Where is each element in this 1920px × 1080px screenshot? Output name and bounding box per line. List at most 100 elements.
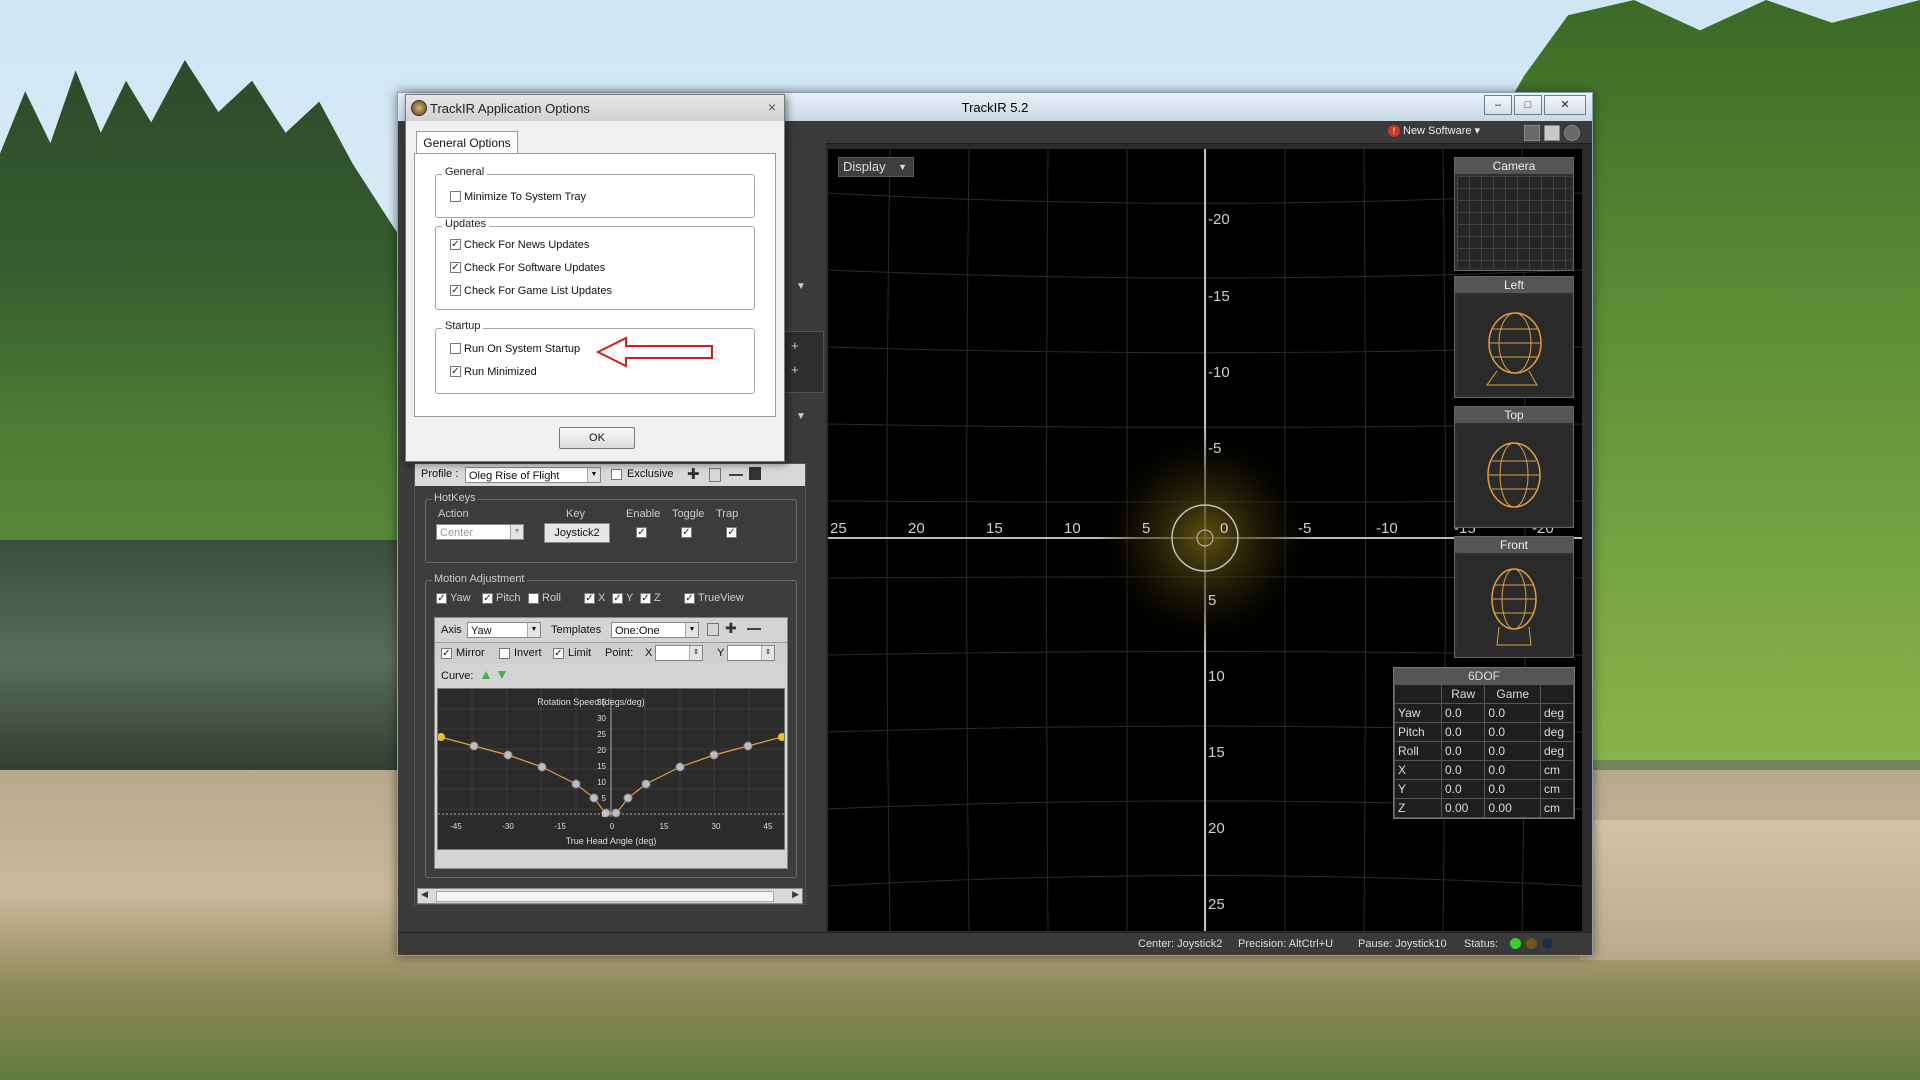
hotkeys-group: HotKeys Action Key Enable Toggle Trap Ce… [425, 492, 797, 563]
templates-value: One:One [615, 625, 660, 637]
collapse-arrow-icon[interactable]: ▼ [796, 411, 806, 422]
hotkey-action-select[interactable]: Center ▼ [436, 524, 524, 540]
collapse-arrow-icon[interactable]: ▼ [796, 281, 806, 292]
sixdof-title: 6DOF [1394, 668, 1574, 684]
game-value: 0.0 [1484, 741, 1541, 761]
x-checkbox[interactable]: ✓ [584, 593, 595, 604]
scroll-thumb[interactable] [436, 891, 774, 902]
curve-plot: Rotation Speed (degs/deg) 35 30 25 20 15 10 5 0… [437, 689, 786, 846]
yaw-checkbox[interactable]: ✓ [436, 593, 447, 604]
tab-general-options[interactable]: General Options [416, 131, 518, 154]
add-template-icon[interactable]: ✚ [725, 620, 737, 637]
left-view-panel[interactable]: Left [1454, 276, 1574, 398]
remove-template-icon[interactable] [747, 628, 761, 630]
gamelist-updates-checkbox[interactable]: ✓ [450, 284, 461, 296]
trackir-app-icon [411, 100, 427, 116]
axis-name: Pitch [1394, 722, 1442, 742]
front-view-panel[interactable]: Front [1454, 536, 1574, 658]
view-toggle-icon[interactable] [1544, 125, 1560, 141]
axis-select[interactable]: Yaw ▼ [467, 622, 541, 638]
minimize-tray-option[interactable]: Minimize To System Tray [450, 190, 586, 203]
run-minimized-checkbox[interactable]: ✓ [450, 365, 461, 377]
templates-select[interactable]: One:One ▼ [611, 622, 699, 638]
run-on-startup-option[interactable]: Run On System Startup [450, 342, 581, 355]
table-row: Z 0.00 0.00 cm [1394, 798, 1574, 818]
profile-bar: Profile : Oleg Rise of Flight ▼ Exclusiv… [415, 464, 805, 486]
hotkey-toggle-checkbox[interactable]: ✓ [681, 527, 692, 538]
software-updates-option[interactable]: ✓ Check For Software Updates [450, 261, 605, 274]
news-updates-option[interactable]: ✓ Check For News Updates [450, 238, 589, 251]
exclusive-checkbox[interactable] [611, 469, 622, 480]
raw-value: 0.0 [1440, 703, 1486, 723]
horizontal-scrollbar[interactable]: ◀ ▶ [417, 888, 803, 904]
exclusive-label: Exclusive [627, 468, 674, 480]
sixdof-grid: Raw Game Yaw 0.0 0.0 deg Pitch 0.0 0.0 deg Rol… [1394, 684, 1574, 818]
red-arrow-annotation-icon [596, 336, 713, 368]
axis-name: Yaw [1394, 703, 1442, 723]
graph-y-tick: 15 [597, 762, 606, 771]
point-y-spinner[interactable]: ⇕ [727, 645, 775, 661]
curve-up-icon[interactable]: ▲ [479, 666, 493, 682]
display-dropdown[interactable]: Display ▼ [838, 157, 914, 177]
y-tick-label: -15 [1208, 288, 1230, 305]
plus-icon[interactable]: + [791, 338, 799, 353]
add-profile-icon[interactable]: ✚ [687, 465, 700, 483]
game-value: 0.00 [1484, 798, 1541, 818]
graph-y-tick: 5 [602, 794, 607, 803]
table-row: X 0.0 0.0 cm [1394, 760, 1574, 780]
z-checkbox[interactable]: ✓ [640, 593, 651, 604]
curve-graph[interactable]: Rotation Speed (degs/deg) 35 30 25 20 15 10 5 0… [437, 688, 786, 850]
mirror-checkbox[interactable]: ✓ [441, 648, 452, 659]
software-updates-checkbox[interactable]: ✓ [450, 261, 461, 273]
graph-y-tick: 30 [597, 714, 606, 723]
col-action: Action [438, 508, 469, 520]
scroll-right-icon[interactable]: ▶ [792, 889, 799, 900]
record-icon[interactable] [1564, 125, 1580, 141]
graph-x-tick: 45 [764, 822, 773, 831]
top-view-panel[interactable]: Top [1454, 406, 1574, 528]
minimize-tray-checkbox[interactable] [450, 190, 461, 202]
gamelist-updates-option[interactable]: ✓ Check For Game List Updates [450, 284, 612, 297]
copy-profile-icon[interactable] [709, 468, 721, 482]
ok-button[interactable]: OK [559, 427, 635, 449]
minimize-button[interactable]: – [1484, 95, 1512, 115]
limit-label: Limit [568, 647, 592, 659]
copy-template-icon[interactable] [707, 623, 719, 636]
scroll-left-icon[interactable]: ◀ [421, 889, 428, 900]
point-x-spinner[interactable]: ⇕ [655, 645, 703, 661]
display-label: Display [843, 159, 886, 174]
run-minimized-option[interactable]: ✓ Run Minimized [450, 365, 537, 378]
y-checkbox[interactable]: ✓ [612, 593, 623, 604]
maximize-button[interactable]: □ [1514, 95, 1542, 115]
remove-profile-icon[interactable] [729, 474, 743, 476]
hotkey-trap-checkbox[interactable]: ✓ [726, 527, 737, 538]
trueview-checkbox[interactable]: ✓ [684, 593, 695, 604]
pitch-checkbox[interactable]: ✓ [482, 593, 493, 604]
run-on-startup-label: Run On System Startup [464, 343, 581, 355]
close-icon[interactable]: × [768, 99, 776, 115]
run-on-startup-checkbox[interactable] [450, 342, 461, 354]
limit-checkbox[interactable]: ✓ [553, 648, 564, 659]
general-group: General Minimize To System Tray [435, 166, 755, 218]
graph-y-tick: 20 [597, 746, 606, 755]
layout-icon[interactable] [1524, 125, 1540, 141]
hotkey-enable-checkbox[interactable]: ✓ [636, 527, 647, 538]
invert-checkbox[interactable] [499, 648, 510, 659]
camera-panel[interactable]: Camera [1454, 157, 1574, 271]
hotkey-key-button[interactable]: Joystick2 [544, 523, 610, 543]
startup-group: Startup Run On System Startup ✓ Run Minim… [435, 320, 755, 394]
close-button[interactable]: ✕ [1544, 95, 1586, 115]
y-label: Y [626, 592, 634, 604]
wallpaper-lake [0, 540, 400, 780]
profile-select[interactable]: Oleg Rise of Flight ▼ [465, 467, 601, 483]
curve-down-icon[interactable]: ▼ [495, 666, 509, 682]
chevron-down-icon: ▼ [510, 525, 523, 539]
options-titlebar[interactable]: TrackIR Application Options × [406, 95, 784, 121]
plus-icon[interactable]: + [791, 362, 799, 377]
options-title: TrackIR Application Options [430, 101, 590, 116]
x-tick-label: 10 [1064, 520, 1081, 537]
save-profile-icon[interactable] [749, 467, 761, 480]
new-software-button[interactable]: ! New Software ▾ [1388, 124, 1480, 138]
news-updates-checkbox[interactable]: ✓ [450, 238, 461, 250]
roll-checkbox[interactable] [528, 593, 539, 604]
